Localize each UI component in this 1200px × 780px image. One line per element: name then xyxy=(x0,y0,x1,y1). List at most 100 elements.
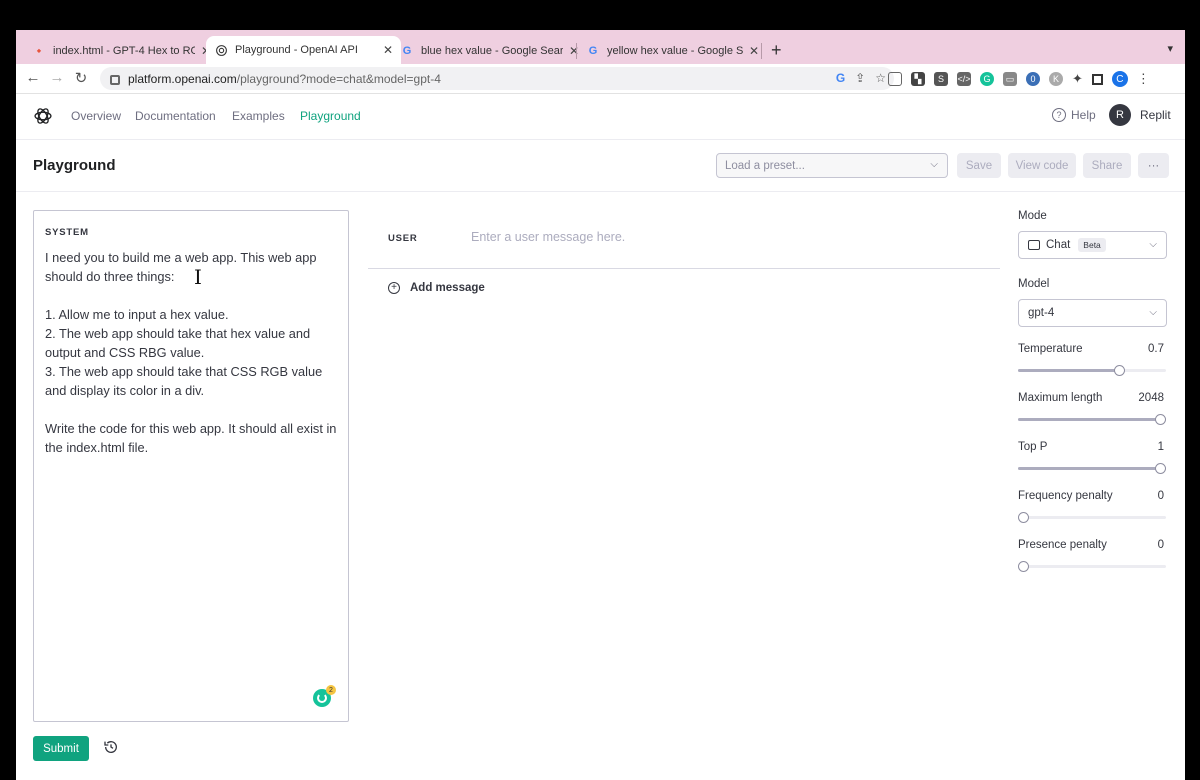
user-message-input[interactable]: Enter a user message here. xyxy=(471,230,625,244)
history-icon[interactable] xyxy=(103,739,119,755)
add-message-label: Add message xyxy=(410,282,485,294)
param-temperature: Temperature 0.7 xyxy=(1018,343,1168,392)
password-manager-icon[interactable]: 0 xyxy=(1026,72,1040,86)
mode-label: Mode xyxy=(1018,210,1047,222)
forward-arrow-icon[interactable]: → xyxy=(48,69,66,86)
google-lens-icon[interactable]: G xyxy=(836,71,845,85)
slider-handle[interactable] xyxy=(1155,463,1166,474)
extension-s-icon[interactable]: S xyxy=(934,72,948,86)
add-message-button[interactable]: + Add message xyxy=(388,282,485,294)
browser-menu-icon[interactable]: ⋮ xyxy=(1137,71,1150,87)
reload-icon[interactable]: ↻ xyxy=(72,69,90,87)
chevron-down-icon: ⌵ xyxy=(1149,239,1157,250)
preset-select[interactable]: Load a preset... ⌵ xyxy=(716,153,948,178)
url-host: platform.openai.com xyxy=(128,71,237,86)
param-label: Top P xyxy=(1018,441,1048,453)
param-value[interactable]: 0 xyxy=(1158,539,1164,551)
lock-icon xyxy=(110,74,120,85)
view-code-button[interactable]: View code xyxy=(1008,153,1076,178)
slider-handle[interactable] xyxy=(1018,512,1029,523)
slider-fill xyxy=(1018,467,1166,470)
browser-window: ⬩ index.html - GPT-4 Hex to RGB ✕ Playgr… xyxy=(16,30,1185,780)
tab-blue-hex[interactable]: G blue hex value - Google Search ✕ xyxy=(392,38,587,64)
system-message-panel[interactable]: SYSTEM I need you to build me a web app.… xyxy=(33,210,349,722)
playground-titlebar: Playground Load a preset... ⌵ Save View … xyxy=(16,140,1185,192)
param-presence-penalty: Presence penalty 0 xyxy=(1018,539,1168,588)
reader-icon[interactable] xyxy=(888,72,902,86)
slider-handle[interactable] xyxy=(1155,414,1166,425)
avatar: R xyxy=(1109,104,1131,126)
nav-examples[interactable]: Examples xyxy=(232,109,285,123)
nav-documentation[interactable]: Documentation xyxy=(135,109,216,123)
close-icon[interactable]: ✕ xyxy=(749,44,759,58)
omnibox-actions: G ⇪ ☆ xyxy=(836,71,886,85)
bookmark-star-icon[interactable]: ☆ xyxy=(875,71,886,85)
slider-handle[interactable] xyxy=(1018,561,1029,572)
mode-select[interactable]: Chat Beta ⌵ xyxy=(1018,231,1167,259)
back-arrow-icon[interactable]: ← xyxy=(24,69,42,86)
openai-logo-icon[interactable] xyxy=(33,106,53,126)
sidepanel-icon[interactable] xyxy=(1091,73,1103,85)
replit-icon: ⬩ xyxy=(37,44,41,57)
tab-index-html[interactable]: ⬩ index.html - GPT-4 Hex to RGB ✕ xyxy=(24,38,219,64)
maximum-length-slider[interactable] xyxy=(1018,414,1166,425)
top-p-slider[interactable] xyxy=(1018,463,1166,474)
extension-icon[interactable]: ▭ xyxy=(1003,72,1017,86)
tab-playground[interactable]: Playground - OpenAI API ✕ xyxy=(206,36,402,64)
user-role-label[interactable]: USER xyxy=(388,233,418,244)
model-label: Model xyxy=(1018,278,1050,290)
grammarly-extension-icon[interactable]: G xyxy=(980,72,994,86)
new-tab-button[interactable]: + xyxy=(771,40,782,61)
user-message-row: USER Enter a user message here. xyxy=(368,210,1000,269)
extension-icon[interactable]: ▚ xyxy=(911,72,925,86)
param-maximum-length: Maximum length 2048 xyxy=(1018,392,1168,441)
tab-title: yellow hex value - Google Search xyxy=(607,45,743,57)
param-top-p: Top P 1 xyxy=(1018,441,1168,490)
param-value[interactable]: 0 xyxy=(1158,490,1164,502)
save-button[interactable]: Save xyxy=(957,153,1001,178)
openai-icon xyxy=(214,43,228,57)
model-value: gpt-4 xyxy=(1028,307,1055,319)
tab-search-chevron-icon[interactable]: ▾ xyxy=(1167,42,1173,55)
nav-overview[interactable]: Overview xyxy=(71,109,121,123)
url-path: /playground?mode=chat&model=gpt-4 xyxy=(236,71,441,86)
chevron-down-icon: ⌵ xyxy=(1149,307,1157,318)
preset-placeholder: Load a preset... xyxy=(725,159,805,172)
system-label: SYSTEM xyxy=(45,227,89,238)
puzzle-extensions-icon[interactable]: ✦ xyxy=(1072,71,1083,87)
grammarly-badge-icon[interactable]: 2 xyxy=(313,685,336,707)
extensions-bar: ▚ S </> G ▭ 0 K ✦ C ⋮ xyxy=(888,71,1150,87)
share-icon[interactable]: ⇪ xyxy=(855,71,865,85)
extension-k-icon[interactable]: K xyxy=(1049,72,1063,86)
param-label: Frequency penalty xyxy=(1018,490,1113,502)
model-select[interactable]: gpt-4 ⌵ xyxy=(1018,299,1167,327)
system-textarea[interactable]: I need you to build me a web app. This w… xyxy=(45,248,337,457)
param-value[interactable]: 1 xyxy=(1158,441,1164,453)
address-bar[interactable]: platform.openai.com/playground?mode=chat… xyxy=(100,67,894,90)
param-value[interactable]: 2048 xyxy=(1138,392,1164,404)
profile-avatar[interactable]: C xyxy=(1111,71,1128,87)
share-button[interactable]: Share xyxy=(1083,153,1131,178)
presence-penalty-slider[interactable] xyxy=(1018,561,1166,572)
tab-separator xyxy=(576,43,577,59)
chat-bubble-icon xyxy=(1028,240,1040,250)
help-link[interactable]: ? Help xyxy=(1052,108,1096,122)
param-label: Maximum length xyxy=(1018,392,1103,404)
page-title: Playground xyxy=(33,157,116,174)
nav-playground[interactable]: Playground xyxy=(300,109,361,123)
temperature-slider[interactable] xyxy=(1018,365,1166,376)
settings-panel: Mode Chat Beta ⌵ Model gpt-4 ⌵ Temperatu… xyxy=(1018,210,1168,588)
slider-fill xyxy=(1018,418,1166,421)
more-options-button[interactable]: ··· xyxy=(1138,153,1169,178)
grammarly-count: 2 xyxy=(326,685,336,695)
tab-yellow-hex[interactable]: G yellow hex value - Google Search ✕ xyxy=(578,38,767,64)
frequency-penalty-slider[interactable] xyxy=(1018,512,1166,523)
user-menu[interactable]: R Replit xyxy=(1109,104,1171,126)
param-value[interactable]: 0.7 xyxy=(1148,343,1164,355)
submit-button[interactable]: Submit xyxy=(33,736,89,761)
code-extension-icon[interactable]: </> xyxy=(957,72,971,86)
help-icon: ? xyxy=(1052,108,1066,122)
slider-handle[interactable] xyxy=(1113,365,1125,376)
param-label: Temperature xyxy=(1018,343,1083,355)
tab-title: blue hex value - Google Search xyxy=(421,45,563,57)
